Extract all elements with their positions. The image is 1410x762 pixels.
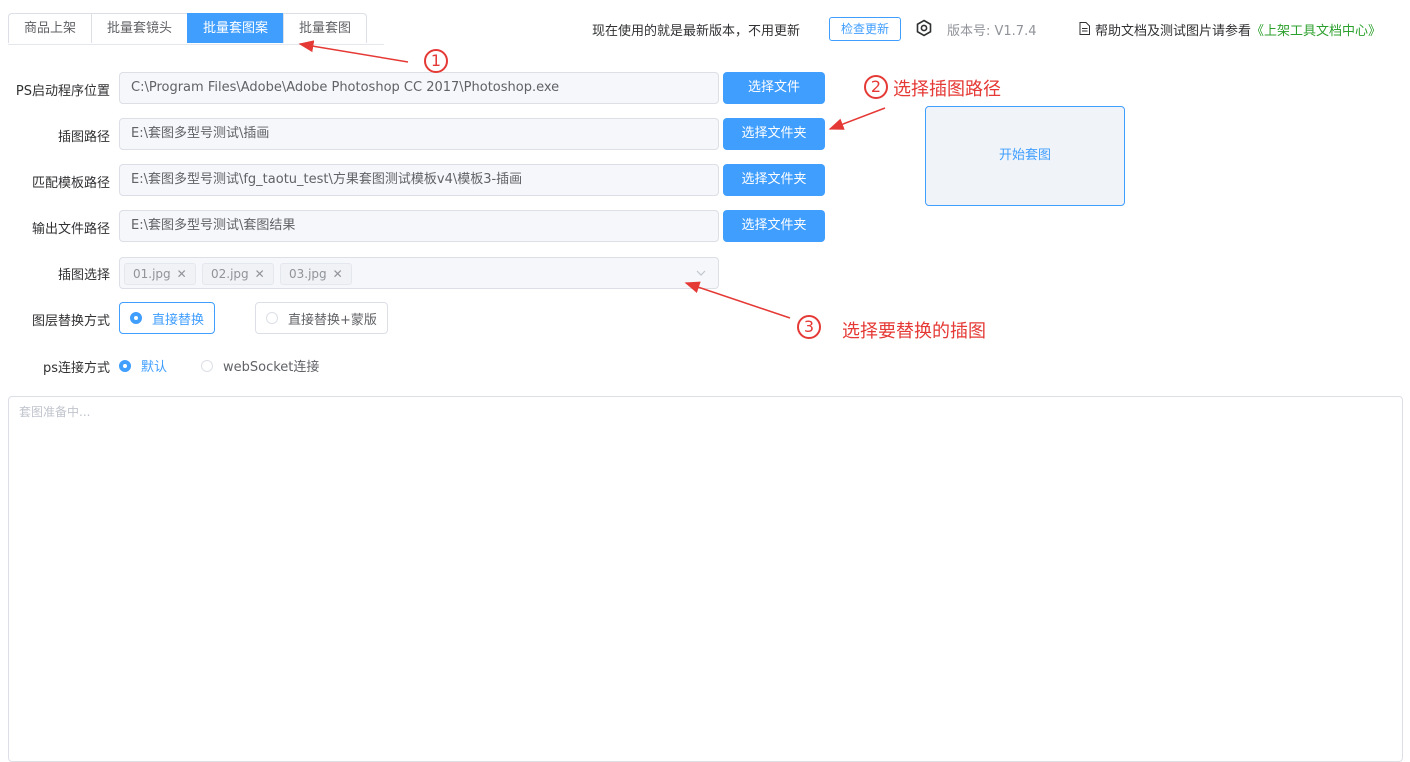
tab-underline bbox=[8, 44, 384, 45]
layer-mode-label: 图层替换方式 bbox=[31, 314, 110, 329]
tag-chip: 02.jpg ✕ bbox=[202, 263, 274, 285]
tag-close-icon[interactable]: ✕ bbox=[333, 264, 343, 284]
annotation-text-3: 选择要替换的插图 bbox=[842, 321, 986, 342]
radio-connect-websocket[interactable]: webSocket连接 bbox=[201, 356, 319, 375]
doc-center-link[interactable]: 《上架工具文档中心》 bbox=[1251, 24, 1381, 39]
version-label: 版本号: V1.7.4 bbox=[947, 24, 1037, 39]
choose-ps-file-button[interactable]: 选择文件 bbox=[723, 72, 825, 104]
illus-path-input[interactable]: E:\套图多型号测试\插画 bbox=[119, 118, 719, 150]
radio-dot bbox=[119, 359, 131, 372]
check-update-button[interactable]: 检查更新 bbox=[829, 17, 901, 41]
ps-path-input[interactable]: C:\Program Files\Adobe\Adobe Photoshop C… bbox=[119, 72, 719, 104]
illus-select-label: 插图选择 bbox=[57, 268, 110, 283]
radio-label: 直接替换 bbox=[152, 312, 205, 328]
tag-chip: 01.jpg ✕ bbox=[124, 263, 196, 285]
annotation-number-2: 2 bbox=[864, 75, 888, 99]
radio-connect-default[interactable]: 默认 bbox=[119, 356, 167, 375]
tab-batch-pattern[interactable]: 批量套图案 bbox=[187, 13, 284, 43]
output-path-input[interactable]: E:\套图多型号测试\套图结果 bbox=[119, 210, 719, 242]
log-textarea[interactable] bbox=[8, 396, 1403, 762]
tag-label: 02.jpg bbox=[211, 267, 249, 281]
ps-path-label: PS启动程序位置 bbox=[15, 84, 110, 99]
help-text: 帮助文档及测试图片请参看《上架工具文档中心》 bbox=[1095, 20, 1381, 39]
choose-illus-folder-button[interactable]: 选择文件夹 bbox=[723, 118, 825, 150]
tag-label: 03.jpg bbox=[289, 267, 327, 281]
tag-close-icon[interactable]: ✕ bbox=[177, 264, 187, 284]
update-status-text: 现在使用的就是最新版本，不用更新 bbox=[592, 24, 801, 39]
tab-batch-lens[interactable]: 批量套镜头 bbox=[91, 13, 188, 43]
radio-dot bbox=[266, 312, 278, 324]
annotation-text-2: 选择插图路径 bbox=[893, 79, 1001, 100]
annotation-number-1: 1 bbox=[424, 49, 448, 73]
radio-replace-mask[interactable]: 直接替换+蒙版 bbox=[255, 302, 388, 334]
tag-label: 01.jpg bbox=[133, 267, 171, 281]
help-prefix: 帮助文档及测试图片请参看 bbox=[1095, 24, 1252, 39]
template-path-input[interactable]: E:\套图多型号测试\fg_taotu_test\方果套图测试模板v4\模板3-… bbox=[119, 164, 719, 196]
radio-label: 直接替换+蒙版 bbox=[288, 312, 377, 328]
document-icon bbox=[1079, 22, 1090, 35]
radio-label: webSocket连接 bbox=[223, 360, 320, 375]
tab-product-listing[interactable]: 商品上架 bbox=[8, 13, 92, 43]
tab-bar: 商品上架 批量套镜头 批量套图案 批量套图 bbox=[8, 13, 368, 44]
tag-chip: 03.jpg ✕ bbox=[280, 263, 352, 285]
radio-dot bbox=[201, 359, 213, 372]
output-path-label: 输出文件路径 bbox=[31, 222, 110, 237]
choose-output-folder-button[interactable]: 选择文件夹 bbox=[723, 210, 825, 242]
radio-direct-replace[interactable]: 直接替换 bbox=[119, 302, 216, 334]
ps-connect-label: ps连接方式 bbox=[42, 361, 110, 376]
chevron-down-icon[interactable] bbox=[696, 268, 706, 278]
start-button[interactable]: 开始套图 bbox=[925, 106, 1125, 206]
tag-close-icon[interactable]: ✕ bbox=[255, 264, 265, 284]
radio-dot bbox=[130, 312, 142, 324]
radio-label: 默认 bbox=[141, 360, 168, 375]
tab-batch-image[interactable]: 批量套图 bbox=[283, 13, 368, 43]
illus-multi-select[interactable]: 01.jpg ✕ 02.jpg ✕ 03.jpg ✕ bbox=[119, 257, 719, 289]
annotation-number-3: 3 bbox=[797, 315, 821, 339]
gear-icon[interactable] bbox=[915, 19, 933, 37]
illus-path-label: 插图路径 bbox=[57, 130, 110, 145]
template-path-label: 匹配模板路径 bbox=[31, 176, 110, 191]
choose-template-folder-button[interactable]: 选择文件夹 bbox=[723, 164, 825, 196]
